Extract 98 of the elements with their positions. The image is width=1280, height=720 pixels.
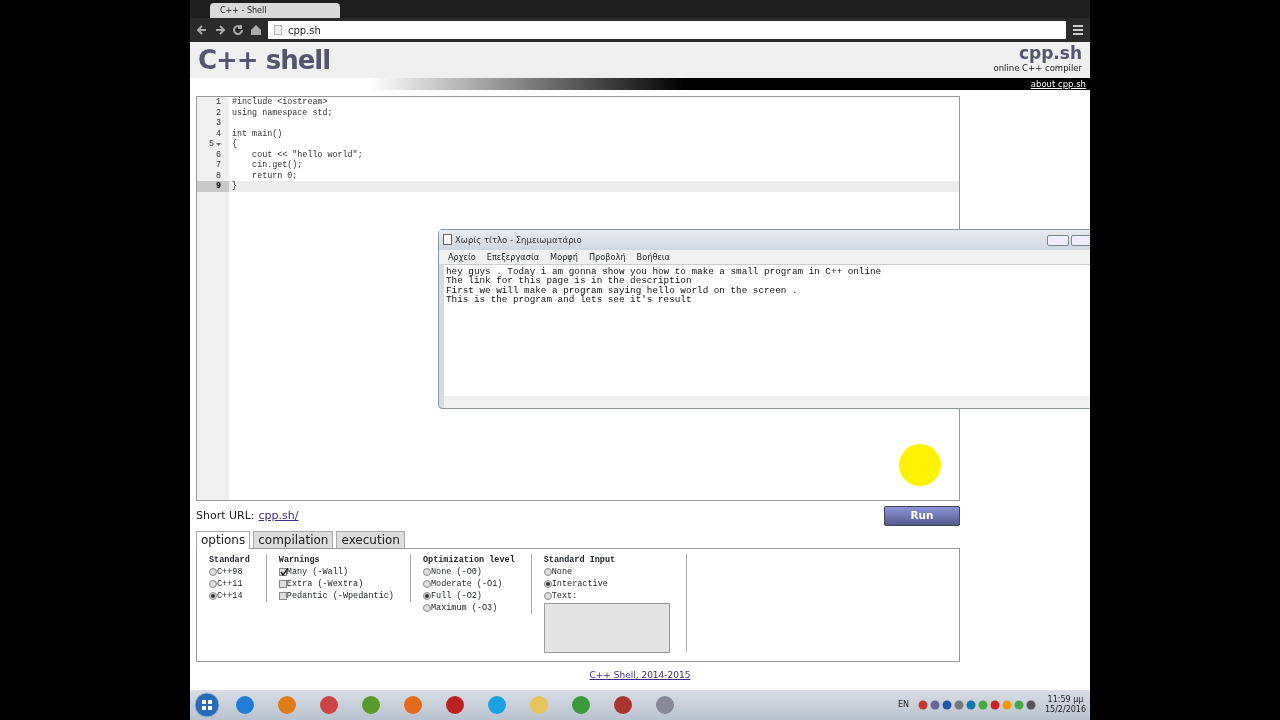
text-line: First we will make a program saying hello world on the screen . xyxy=(446,285,799,296)
home-icon[interactable] xyxy=(250,24,262,36)
menu-item[interactable]: Βοήθεια xyxy=(636,250,670,264)
option-label: None xyxy=(551,566,573,578)
clock-date[interactable]: 15/2/2016 xyxy=(1044,705,1086,715)
radio-button[interactable] xyxy=(422,592,431,600)
address-bar[interactable]: cpp.sh xyxy=(268,21,1066,39)
radio-button[interactable] xyxy=(422,568,431,576)
tagline: online C++ compiler xyxy=(993,63,1082,75)
option-label: Many (-Wall) xyxy=(286,566,349,578)
language-indicator[interactable]: EN xyxy=(897,699,909,711)
start-icon[interactable] xyxy=(194,692,220,718)
line-number: 7 xyxy=(215,160,221,171)
window-title: Χωρίς τίτλο - Σημειωματάριο xyxy=(455,233,582,247)
option-label: C++98 xyxy=(217,566,243,578)
browser-tab[interactable]: C++ - Shell xyxy=(210,3,340,18)
notepad-icon xyxy=(443,233,452,245)
radio-button[interactable] xyxy=(209,592,217,600)
code-line: cout << "hello world"; xyxy=(251,149,363,160)
code-line: { xyxy=(231,139,238,149)
menu-item[interactable]: Επεξεργασία xyxy=(486,250,540,264)
text-line: hey guys . Today i am gonna show you how to make a small program in C++ online xyxy=(446,267,883,277)
run-button[interactable]: Run xyxy=(884,506,960,526)
input-text-area[interactable] xyxy=(543,603,670,653)
horizontal-scrollbar[interactable] xyxy=(444,396,1090,408)
option-label: Text: xyxy=(551,590,578,602)
radio-button[interactable] xyxy=(543,592,552,600)
option-label: Interactive xyxy=(551,578,608,590)
line-number: 6 xyxy=(215,149,221,160)
footer-link[interactable]: C++ Shell, 2014-2015 xyxy=(589,670,691,680)
app-icon[interactable] xyxy=(403,695,423,715)
radio-button[interactable] xyxy=(209,580,217,588)
code-line: } xyxy=(231,181,238,191)
brand-logo[interactable]: cpp.sh xyxy=(993,45,1082,63)
code-line: using namespace std; xyxy=(231,107,333,118)
group-title: Standard xyxy=(209,554,250,566)
line-number: 5 xyxy=(208,139,214,150)
text-line: This is the program and lets see it's result xyxy=(446,295,693,305)
short-url-link[interactable]: cpp.sh/ xyxy=(258,507,299,525)
tab[interactable]: execution xyxy=(336,531,405,548)
group-title: Optimization level xyxy=(422,554,515,566)
line-number: 3 xyxy=(215,118,221,129)
menu-item[interactable]: Μορφή xyxy=(550,250,578,264)
checkbox[interactable] xyxy=(278,592,287,600)
app-icon[interactable] xyxy=(655,695,675,715)
app-icon[interactable] xyxy=(361,695,381,715)
menu-item[interactable]: Προβολή xyxy=(588,250,626,264)
checkbox[interactable] xyxy=(278,568,287,576)
clock-time[interactable]: 11:59 μμ xyxy=(1044,695,1086,705)
app-icon[interactable] xyxy=(277,695,297,715)
radio-button[interactable] xyxy=(543,568,552,576)
short-url-label: Short URL: xyxy=(196,507,255,524)
checkbox[interactable] xyxy=(278,580,287,588)
app-icon[interactable] xyxy=(487,695,507,715)
app-icon[interactable] xyxy=(319,695,339,715)
app-icon[interactable] xyxy=(571,695,591,715)
code-line: cin.get(); xyxy=(251,160,303,170)
group-title: Warnings xyxy=(278,554,321,566)
option-label: C++11 xyxy=(217,578,243,590)
menu-item[interactable]: Αρχείο xyxy=(448,250,476,264)
text-line: The link for this page is in the description xyxy=(446,276,692,286)
tab[interactable]: options xyxy=(196,531,251,549)
option-label: Extra (-Wextra) xyxy=(286,578,364,590)
site-logo[interactable]: C++ shell xyxy=(198,40,331,80)
line-number: 4 xyxy=(215,128,221,139)
minimize-button[interactable] xyxy=(1047,234,1069,246)
tray-icons[interactable] xyxy=(916,699,1037,711)
tab[interactable]: compilation xyxy=(253,531,334,548)
about-link[interactable]: about cpp.sh xyxy=(1030,78,1086,90)
app-icon[interactable] xyxy=(235,695,255,715)
line-number: 9 xyxy=(215,181,221,192)
code-line: return 0; xyxy=(251,170,298,181)
maximize-button[interactable] xyxy=(1071,234,1090,246)
option-label: C++14 xyxy=(217,590,243,602)
code-line: #include <iostream> xyxy=(231,97,328,107)
url-text: cpp.sh xyxy=(288,23,321,38)
option-label: None (-O0) xyxy=(430,566,482,578)
text-area[interactable] xyxy=(444,264,1090,396)
forward-icon[interactable] xyxy=(214,24,226,36)
code-line: int main() xyxy=(231,128,283,139)
line-number: 8 xyxy=(215,170,221,181)
option-label: Maximum (-O3) xyxy=(430,602,498,614)
menu-icon[interactable] xyxy=(1072,24,1084,36)
option-label: Moderate (-O1) xyxy=(430,578,503,590)
app-icon[interactable] xyxy=(445,695,465,715)
line-number: 1 xyxy=(215,97,221,108)
option-label: Full (-O2) xyxy=(430,590,482,602)
app-icon[interactable] xyxy=(613,695,633,715)
reload-icon[interactable] xyxy=(232,24,244,36)
radio-button[interactable] xyxy=(209,568,217,576)
page-icon xyxy=(274,25,282,35)
radio-button[interactable] xyxy=(422,580,431,588)
line-number: 2 xyxy=(215,107,221,118)
radio-button[interactable] xyxy=(422,604,431,612)
group-title: Standard Input xyxy=(543,554,617,566)
back-icon[interactable] xyxy=(196,24,208,36)
radio-button[interactable] xyxy=(543,580,552,588)
option-label: Pedantic (-Wpedantic) xyxy=(286,590,394,602)
